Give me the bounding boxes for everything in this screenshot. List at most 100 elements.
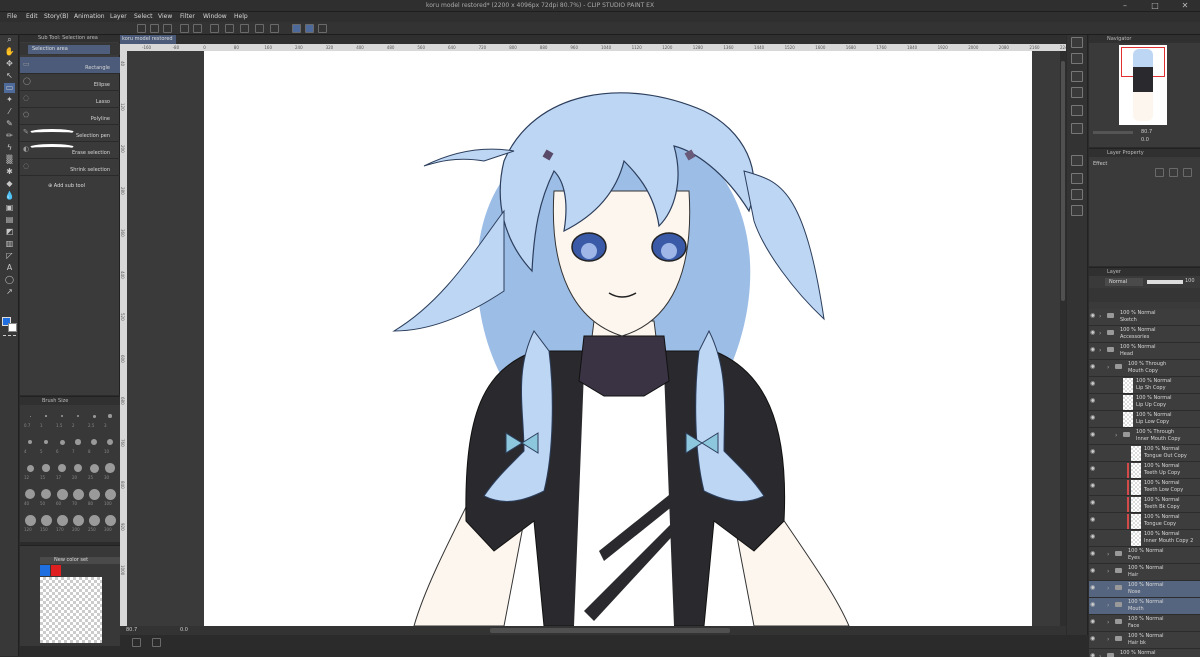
menu-story[interactable]: Story(B)	[44, 13, 69, 20]
chevron-right-icon[interactable]: ›	[1107, 602, 1109, 609]
thumbnail-view-icon[interactable]	[132, 638, 141, 647]
layer-row[interactable]: ◉ 100 % Normal Inner Mouth Copy 2	[1089, 530, 1200, 547]
eye-icon[interactable]: ◉	[1090, 347, 1096, 353]
brush-size-cell[interactable]: 30	[104, 461, 116, 480]
operation-tool-icon[interactable]: ↖	[4, 71, 15, 81]
layer-row[interactable]: ◉ › 100 % Normal Head	[1089, 343, 1200, 360]
brush-size-cell[interactable]: 7	[72, 435, 84, 454]
redo-icon[interactable]	[193, 24, 202, 33]
snap-ruler-icon[interactable]	[292, 24, 301, 33]
eye-icon[interactable]: ◉	[1090, 602, 1096, 608]
subtool-lasso[interactable]: ◌ Lasso	[20, 91, 120, 108]
brush-size-cell[interactable]: 1.5	[56, 409, 68, 428]
layer-search-icon[interactable]	[1071, 155, 1083, 166]
subtool-group-tab[interactable]: Selection area	[28, 45, 110, 54]
transform-icon[interactable]	[225, 24, 234, 33]
tile-view-icon[interactable]	[152, 638, 161, 647]
menu-edit[interactable]: Edit	[26, 13, 38, 20]
eye-icon[interactable]: ◉	[1090, 636, 1096, 642]
layer-row[interactable]: ◉ 100 % Normal Lip Low Copy	[1089, 411, 1200, 428]
chevron-right-icon[interactable]: ›	[1107, 568, 1109, 575]
brush-size-cell[interactable]: 12	[24, 461, 36, 480]
brush-size-cell[interactable]: 15	[40, 461, 52, 480]
menu-file[interactable]: File	[7, 13, 17, 20]
save-icon[interactable]	[163, 24, 172, 33]
chevron-right-icon[interactable]: ›	[1099, 653, 1101, 657]
menu-animation[interactable]: Animation	[74, 13, 105, 20]
brush-size-cell[interactable]: 1	[40, 409, 52, 428]
add-sub-tool-button[interactable]: ⊕ Add sub tool	[48, 183, 85, 189]
brush-size-cell[interactable]: 60	[56, 487, 68, 506]
deselect-icon[interactable]	[255, 24, 264, 33]
eye-icon[interactable]: ◉	[1090, 466, 1096, 472]
menu-layer[interactable]: Layer	[110, 13, 127, 20]
empty-color-cells[interactable]	[40, 577, 102, 643]
blend-icon[interactable]: 💧	[4, 191, 15, 201]
airbrush-icon[interactable]: ▒	[4, 155, 15, 165]
chevron-right-icon[interactable]: ›	[1107, 636, 1109, 643]
auto-action-icon[interactable]	[1071, 123, 1083, 134]
layer-row[interactable]: ◉ 100 % Normal Lip Sh Copy	[1089, 377, 1200, 394]
eye-icon[interactable]: ◉	[1090, 551, 1096, 557]
invert-selection-icon[interactable]	[270, 24, 279, 33]
document-tab[interactable]: koru model restored ✕	[120, 35, 176, 51]
eye-icon[interactable]: ◉	[1090, 653, 1096, 657]
layer-row[interactable]: ◉ 100 % Normal Teeth Up Copy	[1089, 462, 1200, 479]
new-file-icon[interactable]	[137, 24, 146, 33]
eye-icon[interactable]: ◉	[1090, 432, 1096, 438]
layer-row[interactable]: ◉ › 100 % Normal Nose	[1089, 581, 1200, 598]
sub-color-swatch[interactable]	[8, 323, 17, 332]
eye-icon[interactable]: ◉	[1090, 398, 1096, 404]
brush-size-cell[interactable]: 150	[40, 513, 52, 532]
hand-tool-icon[interactable]: ✋	[4, 47, 15, 57]
menu-filter[interactable]: Filter	[180, 13, 195, 20]
selection-tool-icon[interactable]: ▭	[4, 83, 15, 93]
auto-select-icon[interactable]: ✦	[4, 95, 15, 105]
navigator-zoom-slider[interactable]	[1093, 131, 1133, 134]
eye-icon[interactable]: ◉	[1090, 585, 1096, 591]
layer-row[interactable]: ◉ › 100 % Normal Face	[1089, 615, 1200, 632]
open-file-icon[interactable]	[150, 24, 159, 33]
layer-row[interactable]: ◉ 100 % Normal Teeth Bk Copy	[1089, 496, 1200, 513]
animation-cels-icon[interactable]	[1071, 173, 1083, 184]
brush-size-cell[interactable]: 300	[104, 513, 116, 532]
brush-size-cell[interactable]: 170	[56, 513, 68, 532]
eye-icon[interactable]: ◉	[1090, 364, 1096, 370]
color-swatch-blue[interactable]	[40, 565, 50, 576]
brush-size-cell[interactable]: 4	[24, 435, 36, 454]
brush-size-cell[interactable]: 8	[88, 435, 100, 454]
eye-icon[interactable]: ◉	[1090, 449, 1096, 455]
opacity-slider[interactable]	[1147, 280, 1183, 284]
brush-size-cell[interactable]: 70	[72, 487, 84, 506]
chevron-right-icon[interactable]: ›	[1099, 313, 1101, 320]
subtool-erase-selection[interactable]: ◐ Erase selection	[20, 142, 120, 159]
brush-size-cell[interactable]: 3	[104, 409, 116, 428]
brush-size-cell[interactable]: 0.7	[24, 409, 36, 428]
brush-size-cell[interactable]: 120	[24, 513, 36, 532]
gradient-icon[interactable]: ▤	[4, 215, 15, 225]
layer-row[interactable]: ◉ 100 % Normal Tongue Out Copy	[1089, 445, 1200, 462]
menu-help[interactable]: Help	[234, 13, 248, 20]
layer-row[interactable]: ◉ 100 % Normal Teeth Low Copy	[1089, 479, 1200, 496]
brush-size-cell[interactable]: 200	[72, 513, 84, 532]
border-effect-icon[interactable]	[1155, 168, 1164, 177]
brush-size-cell[interactable]: 2	[72, 409, 84, 428]
brush-size-cell[interactable]: 80	[88, 487, 100, 506]
chevron-right-icon[interactable]: ›	[1099, 347, 1101, 354]
layer-row[interactable]: ◉ › 100 % Normal Accessories	[1089, 326, 1200, 343]
brush-size-cell[interactable]: 20	[72, 461, 84, 480]
subtool-ellipse[interactable]: ◯ Ellipse	[20, 74, 120, 91]
material-icon[interactable]	[1071, 53, 1083, 64]
navigator-preview[interactable]	[1119, 45, 1167, 125]
layer-row[interactable]: ◉ › 100 % Normal Sketch	[1089, 309, 1200, 326]
chevron-right-icon[interactable]: ›	[1099, 330, 1101, 337]
zoom-value[interactable]: 80.7	[126, 627, 137, 633]
menu-window[interactable]: Window	[203, 13, 227, 20]
brush-size-cell[interactable]: 17	[56, 461, 68, 480]
layer-row[interactable]: ◉ 100 % Normal Tongue Copy	[1089, 513, 1200, 530]
color-swatch-red[interactable]	[51, 565, 61, 576]
menu-view[interactable]: View	[158, 13, 172, 20]
minimize-icon[interactable]: –	[1110, 1, 1140, 11]
ruler-icon[interactable]: ◸	[4, 251, 15, 261]
search-icon[interactable]	[1071, 37, 1083, 48]
